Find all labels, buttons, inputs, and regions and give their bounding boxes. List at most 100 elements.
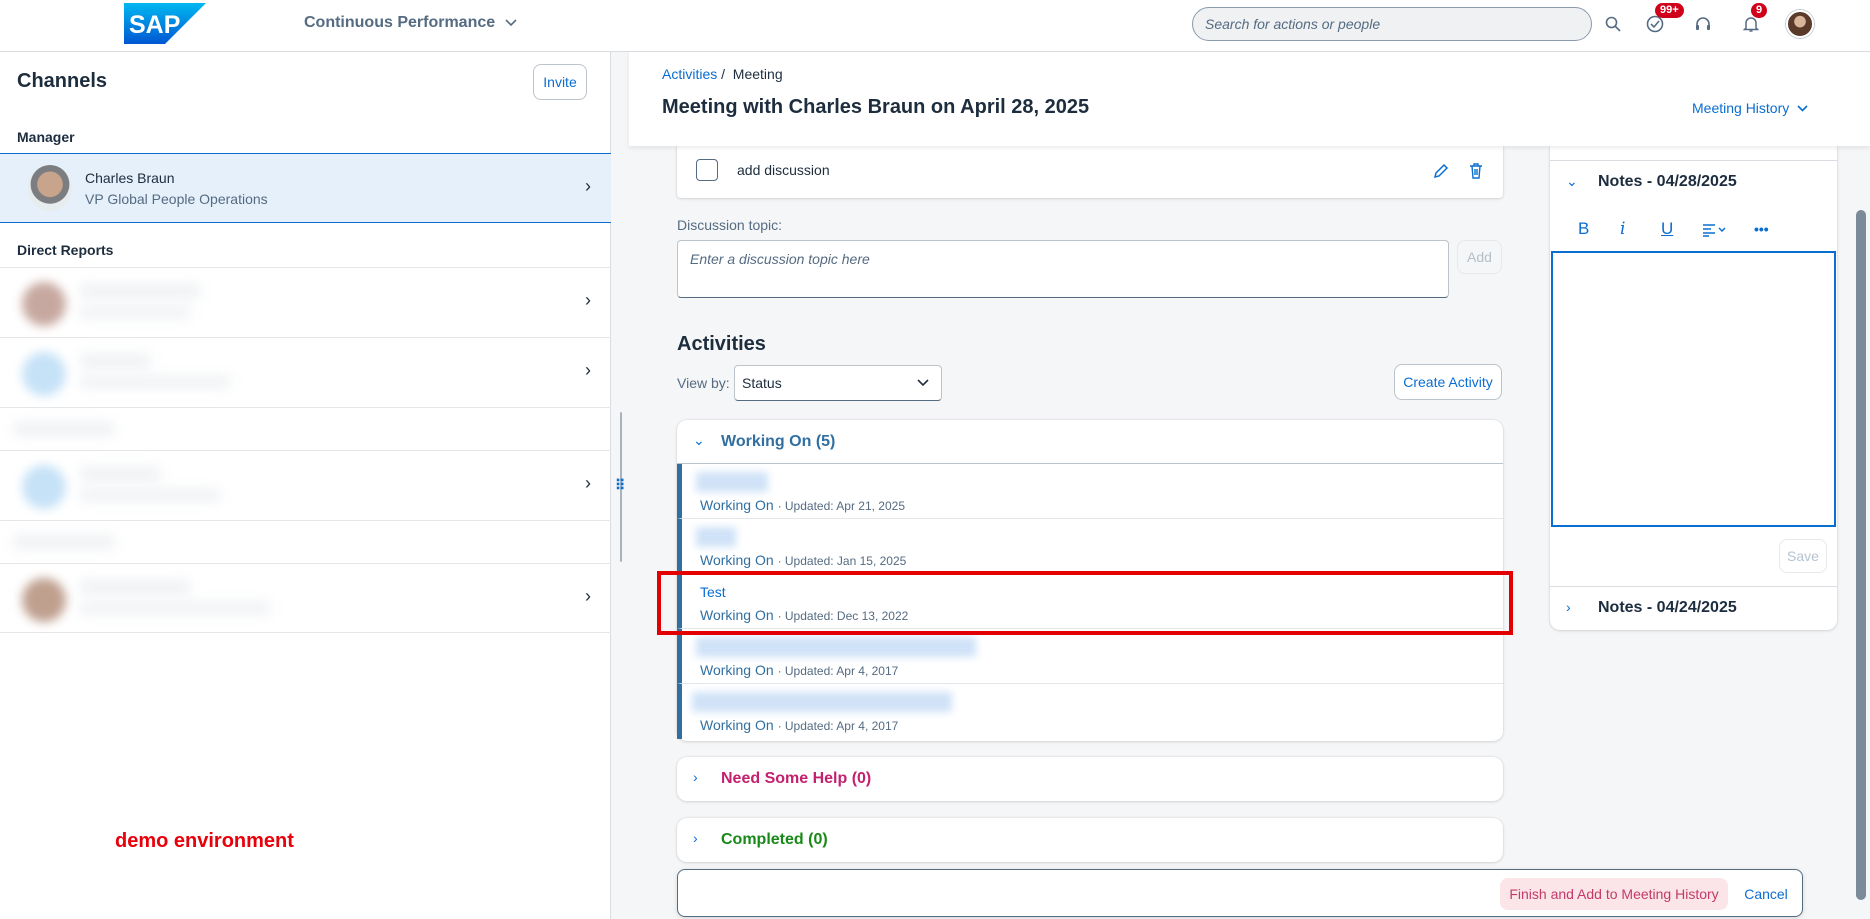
chevron-down-icon: [505, 19, 517, 27]
cancel-button[interactable]: Cancel: [1736, 878, 1796, 910]
search-icon[interactable]: [1601, 12, 1625, 36]
direct-report-row[interactable]: ›: [0, 450, 611, 520]
discussion-topic-label: Discussion topic:: [677, 217, 783, 233]
footer-toolbar: Finish and Add to Meeting History Cancel: [677, 869, 1803, 917]
channels-panel: Channels Invite Manager Charles Braun VP…: [0, 52, 611, 919]
product-switcher[interactable]: Continuous Performance: [304, 14, 517, 32]
activity-updated: · Updated: Apr 4, 2017: [777, 664, 899, 678]
page-title: Meeting with Charles Braun on April 28, …: [662, 96, 1090, 118]
direct-reports-label: Direct Reports: [17, 242, 114, 258]
chevron-right-icon: ›: [693, 830, 698, 846]
activity-status: Working On: [700, 552, 774, 568]
redacted-title: [696, 637, 976, 657]
manager-avatar: [28, 165, 72, 211]
discussion-item-text: add discussion: [737, 162, 830, 178]
scrollbar-thumb[interactable]: [1856, 210, 1866, 900]
activity-meta: Working On · Updated: Jan 15, 2025: [700, 552, 906, 568]
direct-report-row[interactable]: ›: [0, 563, 611, 633]
shell-bar: SAP Continuous Performance 99+ 9: [0, 0, 1870, 52]
panel-splitter[interactable]: ⠿: [611, 52, 629, 919]
activity-status: Working On: [700, 717, 774, 733]
more-icon[interactable]: •••: [1754, 221, 1769, 237]
bell-icon[interactable]: 9: [1739, 3, 1768, 36]
view-by-select[interactable]: Status: [734, 365, 942, 401]
meeting-history-label: Meeting History: [1692, 100, 1790, 116]
redacted-text: [80, 489, 220, 501]
bold-icon[interactable]: B: [1578, 219, 1589, 239]
notes-toolbar: B i U •••: [1550, 211, 1837, 251]
activity-title[interactable]: Test: [700, 584, 726, 600]
direct-report-row[interactable]: ›: [0, 337, 611, 407]
meeting-history-button[interactable]: Meeting History: [1692, 100, 1808, 116]
completed-group[interactable]: › Completed (0): [677, 818, 1503, 862]
breadcrumb-activities-link[interactable]: Activities: [662, 66, 717, 82]
activity-row[interactable]: Working On · Updated: Jan 15, 2025: [677, 519, 1503, 574]
activity-row-test[interactable]: Test Working On · Updated: Dec 13, 2022: [677, 574, 1503, 629]
sap-logo-text: SAP: [129, 11, 180, 39]
user-avatar[interactable]: [1786, 10, 1814, 38]
chevron-down-icon: ⌄: [693, 432, 705, 448]
redacted-text: [80, 467, 160, 481]
page-header: Activities / Meeting Meeting with Charle…: [629, 52, 1870, 146]
notes-previous-title: Notes - 04/24/2025: [1598, 599, 1737, 616]
chevron-right-icon: ›: [585, 360, 591, 380]
trash-icon[interactable]: [1463, 158, 1489, 184]
page-scrollbar[interactable]: [1852, 52, 1870, 919]
working-on-panel: ⌄ Working On (5) Working On · Updated: A…: [677, 420, 1503, 741]
todo-badge: 99+: [1655, 3, 1684, 18]
activity-row[interactable]: Working On · Updated: Apr 4, 2017: [677, 684, 1503, 739]
manager-title: VP Global People Operations: [85, 191, 268, 207]
manager-row[interactable]: Charles Braun VP Global People Operation…: [0, 153, 611, 223]
chevron-down-icon: [1797, 104, 1808, 112]
activity-meta: Working On · Updated: Apr 21, 2025: [700, 497, 905, 513]
headset-icon[interactable]: [1691, 12, 1715, 36]
sap-logo[interactable]: SAP: [124, 3, 206, 44]
discussion-topic-input[interactable]: Enter a discussion topic here: [677, 240, 1449, 298]
need-help-group[interactable]: › Need Some Help (0): [677, 757, 1503, 801]
activity-meta: Working On · Updated: Apr 4, 2017: [700, 717, 898, 733]
activity-status: Working On: [700, 607, 774, 623]
align-icon[interactable]: [1702, 222, 1728, 242]
view-by-label: View by:: [677, 375, 730, 391]
avatar: [22, 352, 66, 396]
chevron-right-icon: ›: [585, 473, 591, 493]
group-divider: [0, 407, 611, 450]
notes-current-header[interactable]: ⌄ Notes - 04/28/2025: [1550, 160, 1837, 202]
notes-panel: ⌄ Notes - 04/28/2025 B i U ••• Save › No…: [1550, 146, 1837, 630]
need-help-title: Need Some Help (0): [721, 770, 872, 787]
redacted-text: [80, 602, 270, 614]
redacted-text: [80, 284, 200, 298]
chevron-down-icon: ⌄: [1566, 173, 1578, 189]
discussion-checkbox[interactable]: [696, 159, 718, 181]
redacted-text: [80, 376, 230, 388]
direct-report-row[interactable]: ›: [0, 267, 611, 337]
todo-icon[interactable]: 99+: [1643, 3, 1684, 36]
breadcrumb-current: Meeting: [732, 66, 783, 82]
working-on-header[interactable]: ⌄ Working On (5): [677, 420, 1503, 464]
search-input[interactable]: [1205, 16, 1591, 32]
invite-button[interactable]: Invite: [533, 64, 587, 100]
activity-row[interactable]: Working On · Updated: Apr 4, 2017: [677, 629, 1503, 684]
add-topic-button[interactable]: Add: [1457, 240, 1502, 274]
search-field[interactable]: [1192, 7, 1592, 41]
redacted-text: [14, 535, 114, 549]
demo-environment-label: demo environment: [115, 830, 294, 852]
chevron-right-icon: ›: [585, 586, 591, 606]
create-activity-button[interactable]: Create Activity: [1394, 364, 1502, 400]
activity-updated: · Updated: Jan 15, 2025: [777, 554, 907, 568]
underline-icon[interactable]: U: [1661, 219, 1673, 239]
redacted-text: [14, 422, 114, 436]
redacted-text: [80, 354, 150, 368]
manager-section-label: Manager: [17, 129, 75, 145]
product-name: Continuous Performance: [304, 14, 496, 31]
finish-button[interactable]: Finish and Add to Meeting History: [1500, 878, 1728, 910]
edit-icon[interactable]: [1428, 158, 1454, 184]
activity-row[interactable]: Working On · Updated: Apr 21, 2025: [677, 464, 1503, 519]
activities-title: Activities: [677, 333, 766, 355]
notes-previous-header[interactable]: › Notes - 04/24/2025: [1550, 586, 1837, 628]
notes-editor[interactable]: [1551, 251, 1836, 527]
save-notes-button[interactable]: Save: [1779, 539, 1827, 573]
drag-handle-icon[interactable]: ⠿: [615, 477, 625, 494]
discussion-item: add discussion: [677, 146, 1503, 198]
italic-icon[interactable]: i: [1620, 219, 1625, 239]
